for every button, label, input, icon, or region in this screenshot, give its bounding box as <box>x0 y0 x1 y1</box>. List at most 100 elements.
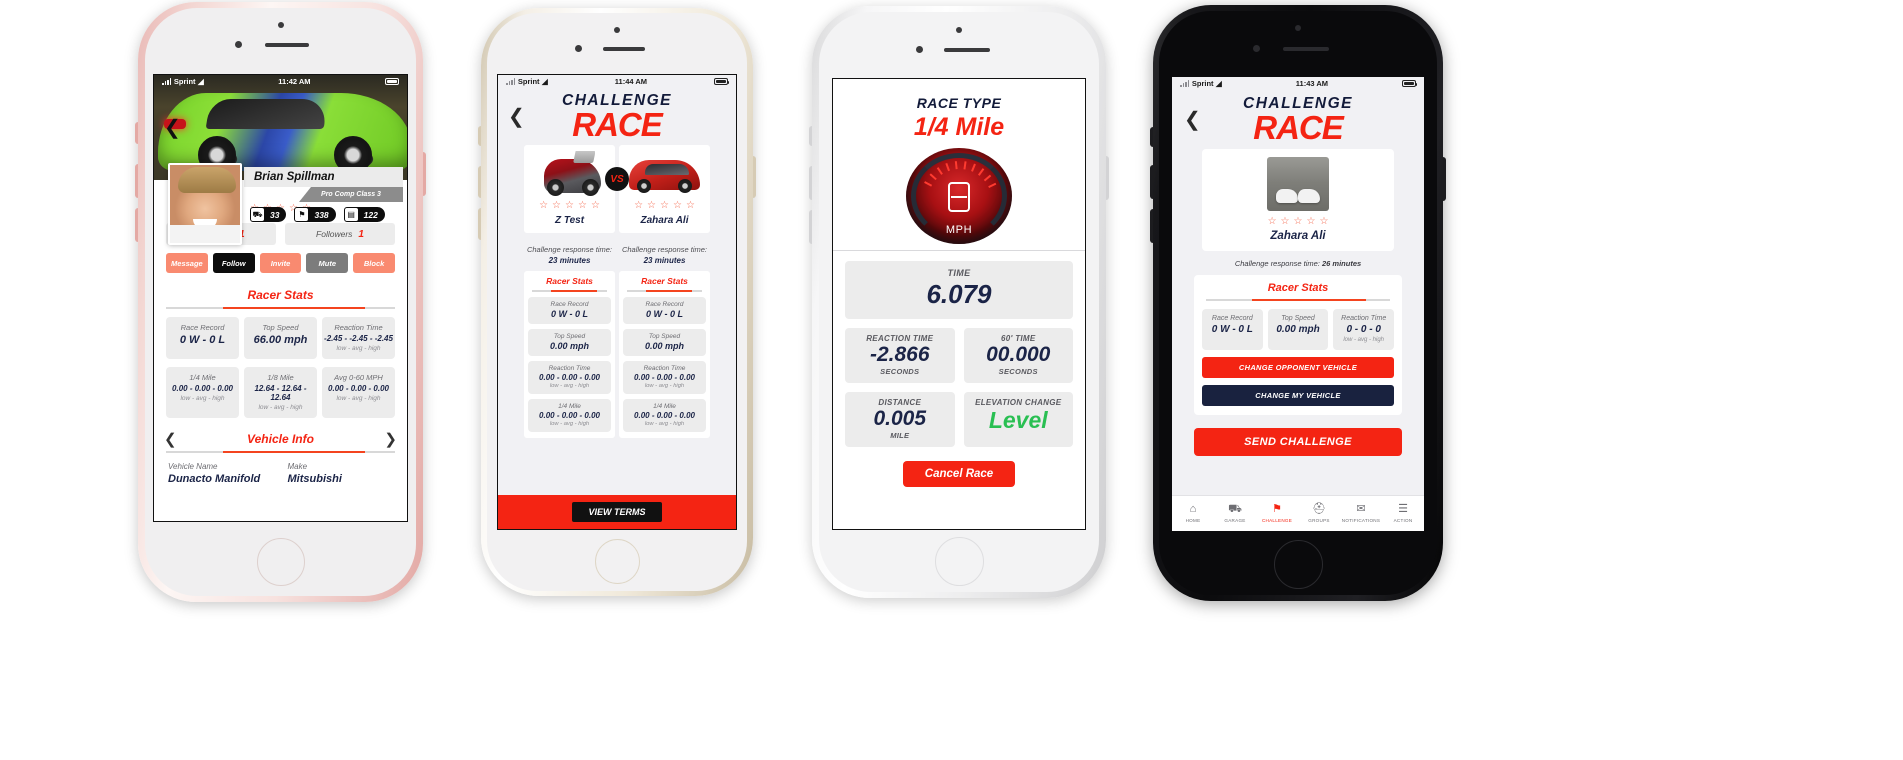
stat-label: Race Record <box>645 301 684 309</box>
racer-stats-row-2: 1/4 Mile 0.00 - 0.00 - 0.00 low - avg - … <box>154 367 407 418</box>
star-icon: ☆ <box>634 200 644 212</box>
stat-value: 66.00 mph <box>253 334 308 346</box>
tab-garage[interactable]: ⛟ GARAGE <box>1214 496 1256 531</box>
stat-card: 1/4 Mile 0.00 - 0.00 - 0.00 low - avg - … <box>528 399 611 433</box>
motorcycle-photo <box>528 151 611 198</box>
tab-label: CHALLENGE <box>1261 518 1293 523</box>
follow-button[interactable]: Follow <box>212 253 255 273</box>
mute-switch[interactable] <box>1150 127 1153 147</box>
tab-action[interactable]: ☰ ACTION <box>1382 496 1424 531</box>
power-button[interactable] <box>423 152 426 196</box>
racer-stats-panel: Racer Stats Race Record 0 W - 0 L Top Sp… <box>1194 275 1402 416</box>
racer-name: Z Test <box>554 215 585 227</box>
volume-up-button[interactable] <box>809 166 812 200</box>
home-button[interactable] <box>935 537 984 586</box>
stat-sub: low - avg - high <box>549 383 590 390</box>
message-button[interactable]: Message <box>166 253 208 273</box>
cancel-race-button[interactable]: Cancel Race <box>902 461 1016 487</box>
battery-icon <box>713 78 730 85</box>
badge-races[interactable]: ⚑ 338 <box>294 207 336 222</box>
home-button[interactable] <box>595 539 640 584</box>
challenge-header: ❮ CHALLENGE RACE <box>498 88 736 141</box>
home-button[interactable] <box>256 538 305 586</box>
racer-card-left[interactable]: ☆ ☆ ☆ ☆ ☆ Z Test <box>524 145 615 234</box>
stat-sub: low - avg - high <box>644 383 685 390</box>
windscreen <box>573 151 597 164</box>
change-opponent-vehicle-button[interactable]: CHANGE OPPONENT VEHICLE <box>1202 357 1394 379</box>
tab-groups[interactable]: ⛑ GROUPS <box>1298 496 1340 531</box>
rating-stars[interactable]: ☆ ☆ ☆ ☆ ☆ <box>623 201 706 211</box>
racer-card-right[interactable]: ☆ ☆ ☆ ☆ ☆ Zahara Ali <box>619 145 710 234</box>
volume-up-button[interactable] <box>1150 165 1153 199</box>
star-icon: ☆ <box>685 200 695 212</box>
racer-stats-title: Racer Stats <box>1267 282 1329 295</box>
shoe-right <box>1298 189 1320 204</box>
mute-switch[interactable] <box>135 122 138 144</box>
front-camera <box>1295 25 1301 31</box>
star-icon: ☆ <box>590 200 600 212</box>
opponent-card[interactable]: ☆ ☆ ☆ ☆ ☆ Zahara Ali <box>1202 149 1394 252</box>
star-icon: ☆ <box>647 200 657 212</box>
section-underline <box>166 307 395 309</box>
avatar-shirt <box>170 225 240 243</box>
groups-icon: ⛑ <box>1312 503 1326 515</box>
tab-home[interactable]: ⌂ HOME <box>1172 496 1214 531</box>
response-time: Challenge response time: 26 minutes <box>1172 259 1424 268</box>
stat-label: 1/4 Mile <box>189 373 216 382</box>
sensor-dot <box>235 41 242 48</box>
volume-down-button[interactable] <box>478 208 481 240</box>
stat-card: Reaction Time 0 - 0 - 0 low - avg - high <box>1333 309 1395 351</box>
vehicle-fields: Vehicle Name Dunacto Manifold Make Mitsu… <box>154 462 407 485</box>
volume-down-button[interactable] <box>1150 209 1153 243</box>
mute-switch[interactable] <box>478 126 481 146</box>
block-button[interactable]: Block <box>353 253 395 273</box>
volume-down-button[interactable] <box>809 210 812 244</box>
volume-up-button[interactable] <box>478 166 481 198</box>
volume-down-button[interactable] <box>135 208 138 242</box>
stat-label: Race Record <box>1211 315 1253 323</box>
wheel <box>547 179 564 197</box>
followers-box[interactable]: Followers 1 <box>285 223 395 245</box>
send-challenge-button[interactable]: SEND CHALLENGE <box>1194 428 1402 457</box>
back-icon[interactable]: ❮ <box>508 104 525 129</box>
field-label: Vehicle Name <box>168 462 218 471</box>
badge-docs[interactable]: ▤ 122 <box>343 207 385 222</box>
carrier-label: Sprint <box>1191 79 1214 88</box>
phone1-screen: ❮ Sprint ◢ 11:42 AM Brian Spillman Pro C… <box>153 74 408 522</box>
back-icon[interactable]: ❮ <box>1184 107 1201 132</box>
power-button[interactable] <box>1443 157 1446 201</box>
rating-stars[interactable]: ☆ ☆ ☆ ☆ ☆ <box>528 201 611 211</box>
field-value: Mitsubishi <box>287 473 342 485</box>
back-icon[interactable]: ❮ <box>164 115 181 140</box>
flag-icon: ⚑ <box>294 207 310 222</box>
response-label: Challenge response time: <box>621 245 708 255</box>
clock-label: 11:42 AM <box>278 77 311 86</box>
home-button[interactable] <box>1274 540 1323 589</box>
chevron-left-icon[interactable]: ❮ <box>164 430 177 448</box>
response-label: Challenge response time: <box>1234 259 1320 269</box>
view-terms-button[interactable]: VIEW TERMS <box>572 502 662 522</box>
tab-challenge[interactable]: ⚑ CHALLENGE <box>1256 496 1298 531</box>
signal-icon <box>162 78 172 85</box>
shoe-left <box>1276 189 1298 204</box>
race-type-label: RACE TYPE <box>916 95 1002 111</box>
rating-stars[interactable]: ☆ ☆ ☆ ☆ ☆ <box>1202 217 1394 227</box>
metric-value: 00.000 <box>986 343 1051 366</box>
mute-switch[interactable] <box>809 126 812 146</box>
badge-cars[interactable]: ⛟ 33 <box>250 207 287 222</box>
tab-notifications[interactable]: ✉ NOTIFICATIONS <box>1340 496 1382 531</box>
power-button[interactable] <box>753 156 756 198</box>
change-my-vehicle-button[interactable]: CHANGE MY VEHICLE <box>1202 385 1394 407</box>
chevron-right-icon[interactable]: ❯ <box>384 430 397 448</box>
field-label: Make <box>287 462 308 471</box>
racer-stats-title: Racer Stats <box>247 288 314 302</box>
mute-button[interactable]: Mute <box>306 253 349 273</box>
star-icon: ☆ <box>1319 216 1329 228</box>
invite-button[interactable]: Invite <box>259 253 302 273</box>
avatar[interactable] <box>168 163 242 245</box>
volume-up-button[interactable] <box>135 164 138 198</box>
response-value: 23 minutes <box>643 256 686 266</box>
profile-action-row: Message Follow Invite Mute Block <box>154 253 407 273</box>
badge-value: 122 <box>363 209 378 220</box>
power-button[interactable] <box>1106 156 1109 200</box>
